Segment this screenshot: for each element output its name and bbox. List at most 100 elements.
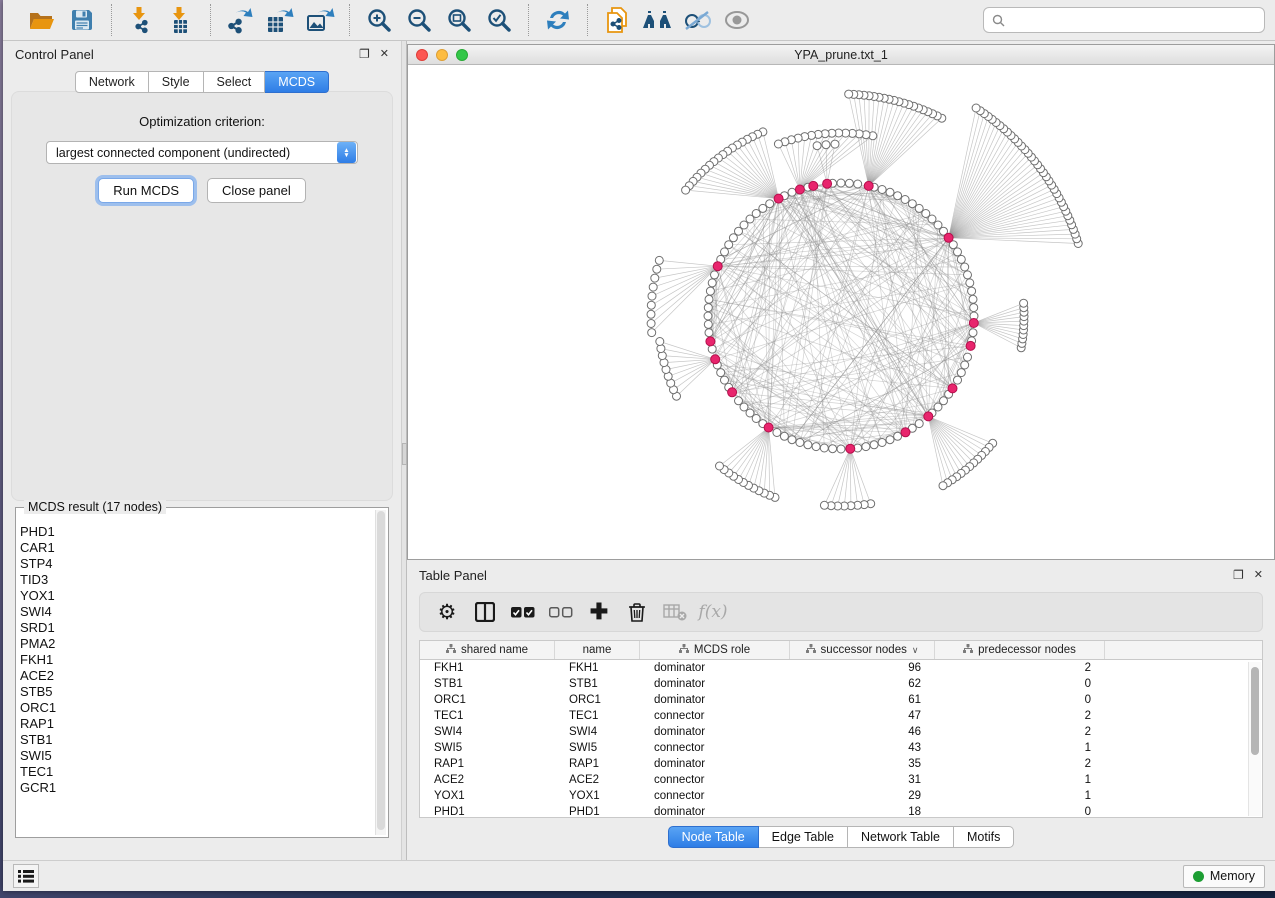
cell-shared-name[interactable]: STB1 xyxy=(420,678,555,690)
mcds-node-item[interactable]: ORC1 xyxy=(20,700,374,716)
first-neighbors-icon[interactable] xyxy=(637,4,677,36)
search-input[interactable] xyxy=(1011,13,1256,27)
cell-name[interactable]: ORC1 xyxy=(555,694,640,706)
table-row[interactable]: ORC1ORC1dominator610 xyxy=(420,692,1262,708)
column-header-MCDS-role[interactable]: MCDS role xyxy=(640,641,790,659)
open-session-icon[interactable] xyxy=(22,4,62,36)
new-network-from-selection-icon[interactable] xyxy=(597,4,637,36)
tab-select[interactable]: Select xyxy=(204,71,266,93)
mcds-node-item[interactable]: ACE2 xyxy=(20,668,374,684)
zoom-fit-icon[interactable] xyxy=(439,4,479,36)
cell-shared-name[interactable]: SWI4 xyxy=(420,726,555,738)
table-scrollbar[interactable] xyxy=(1248,662,1261,816)
cell-shared-name[interactable]: SWI5 xyxy=(420,742,555,754)
table-row[interactable]: STB1STB1dominator620 xyxy=(420,676,1262,692)
cell-name[interactable]: FKH1 xyxy=(555,662,640,674)
cell-successor-nodes[interactable]: 96 xyxy=(790,662,935,674)
tab-motifs[interactable]: Motifs xyxy=(954,826,1014,848)
deselect-all-rows-icon[interactable] xyxy=(544,597,578,627)
mcds-node-item[interactable]: STB1 xyxy=(20,732,374,748)
cell-MCDS-role[interactable]: connector xyxy=(640,742,790,754)
network-graph[interactable] xyxy=(408,65,1274,559)
hide-selected-icon[interactable] xyxy=(677,4,717,36)
mcds-node-item[interactable]: RAP1 xyxy=(20,716,374,732)
table-row[interactable]: FKH1FKH1dominator962 xyxy=(420,660,1262,676)
table-row[interactable]: RAP1RAP1dominator352 xyxy=(420,756,1262,772)
cell-predecessor-nodes[interactable]: 0 xyxy=(935,678,1105,690)
cell-MCDS-role[interactable]: dominator xyxy=(640,726,790,738)
table-row[interactable]: TEC1TEC1connector472 xyxy=(420,708,1262,724)
cell-predecessor-nodes[interactable]: 1 xyxy=(935,790,1105,802)
table-row[interactable]: PHD1PHD1dominator180 xyxy=(420,804,1262,818)
window-close-icon[interactable] xyxy=(416,49,428,61)
cell-name[interactable]: SWI4 xyxy=(555,726,640,738)
show-all-icon[interactable] xyxy=(717,4,757,36)
run-mcds-button[interactable]: Run MCDS xyxy=(98,178,194,203)
cell-predecessor-nodes[interactable]: 2 xyxy=(935,710,1105,722)
cell-name[interactable]: PHD1 xyxy=(555,806,640,818)
mcds-node-item[interactable]: SRD1 xyxy=(20,620,374,636)
save-session-icon[interactable] xyxy=(62,4,102,36)
mcds-node-item[interactable]: PMA2 xyxy=(20,636,374,652)
network-titlebar[interactable]: YPA_prune.txt_1 xyxy=(408,45,1274,65)
network-canvas[interactable] xyxy=(408,65,1274,559)
cell-shared-name[interactable]: YOX1 xyxy=(420,790,555,802)
mcds-node-item[interactable]: TEC1 xyxy=(20,764,374,780)
select-all-rows-icon[interactable] xyxy=(506,597,540,627)
table-row[interactable]: SWI5SWI5connector431 xyxy=(420,740,1262,756)
cell-predecessor-nodes[interactable]: 1 xyxy=(935,774,1105,786)
column-header-shared-name[interactable]: shared name xyxy=(420,641,555,659)
window-maximize-icon[interactable] xyxy=(456,49,468,61)
close-icon[interactable]: ✕ xyxy=(380,49,389,60)
criterion-select[interactable]: largest connected component (undirected)… xyxy=(46,141,358,164)
cell-name[interactable]: YOX1 xyxy=(555,790,640,802)
apply-layout-icon[interactable] xyxy=(538,4,578,36)
column-header-successor-nodes[interactable]: successor nodes∨ xyxy=(790,641,935,659)
column-header-predecessor-nodes[interactable]: predecessor nodes xyxy=(935,641,1105,659)
cell-MCDS-role[interactable]: connector xyxy=(640,790,790,802)
window-minimize-icon[interactable] xyxy=(436,49,448,61)
mcds-node-item[interactable]: SWI4 xyxy=(20,604,374,620)
cell-predecessor-nodes[interactable]: 2 xyxy=(935,726,1105,738)
mcds-node-item[interactable]: FKH1 xyxy=(20,652,374,668)
cell-MCDS-role[interactable]: connector xyxy=(640,774,790,786)
mcds-node-item[interactable]: GCR1 xyxy=(20,780,374,796)
mcds-node-item[interactable]: SWI5 xyxy=(20,748,374,764)
cell-successor-nodes[interactable]: 29 xyxy=(790,790,935,802)
cell-MCDS-role[interactable]: connector xyxy=(640,710,790,722)
cell-MCDS-role[interactable]: dominator xyxy=(640,678,790,690)
cell-successor-nodes[interactable]: 62 xyxy=(790,678,935,690)
cell-name[interactable]: SWI5 xyxy=(555,742,640,754)
cell-shared-name[interactable]: ACE2 xyxy=(420,774,555,786)
export-table-icon[interactable] xyxy=(260,4,300,36)
zoom-selected-icon[interactable] xyxy=(479,4,519,36)
create-column-icon[interactable]: ✚ xyxy=(582,597,616,627)
cell-name[interactable]: RAP1 xyxy=(555,758,640,770)
mcds-result-list[interactable]: PHD1CAR1STP4TID3YOX1SWI4SRD1PMA2FKH1ACE2… xyxy=(20,512,374,835)
cell-shared-name[interactable]: FKH1 xyxy=(420,662,555,674)
show-columns-icon[interactable] xyxy=(468,597,502,627)
table-row[interactable]: YOX1YOX1connector291 xyxy=(420,788,1262,804)
cell-predecessor-nodes[interactable]: 0 xyxy=(935,694,1105,706)
mcds-node-item[interactable]: YOX1 xyxy=(20,588,374,604)
cell-successor-nodes[interactable]: 18 xyxy=(790,806,935,818)
mcds-node-item[interactable]: STB5 xyxy=(20,684,374,700)
mcds-node-item[interactable]: CAR1 xyxy=(20,540,374,556)
table-row[interactable]: ACE2ACE2connector311 xyxy=(420,772,1262,788)
search-box[interactable] xyxy=(983,7,1265,33)
float-icon[interactable]: ❐ xyxy=(1233,569,1244,581)
cell-predecessor-nodes[interactable]: 2 xyxy=(935,758,1105,770)
export-network-icon[interactable] xyxy=(220,4,260,36)
tab-mcds[interactable]: MCDS xyxy=(265,71,329,93)
delete-columns-icon[interactable] xyxy=(620,597,654,627)
float-icon[interactable]: ❐ xyxy=(359,48,370,60)
mcds-node-item[interactable]: PHD1 xyxy=(20,524,374,540)
table-row[interactable]: SWI4SWI4dominator462 xyxy=(420,724,1262,740)
mcds-node-item[interactable]: STP4 xyxy=(20,556,374,572)
cell-successor-nodes[interactable]: 35 xyxy=(790,758,935,770)
cell-MCDS-role[interactable]: dominator xyxy=(640,662,790,674)
cell-MCDS-role[interactable]: dominator xyxy=(640,694,790,706)
task-history-button[interactable] xyxy=(13,864,39,888)
cell-successor-nodes[interactable]: 61 xyxy=(790,694,935,706)
cell-MCDS-role[interactable]: dominator xyxy=(640,758,790,770)
